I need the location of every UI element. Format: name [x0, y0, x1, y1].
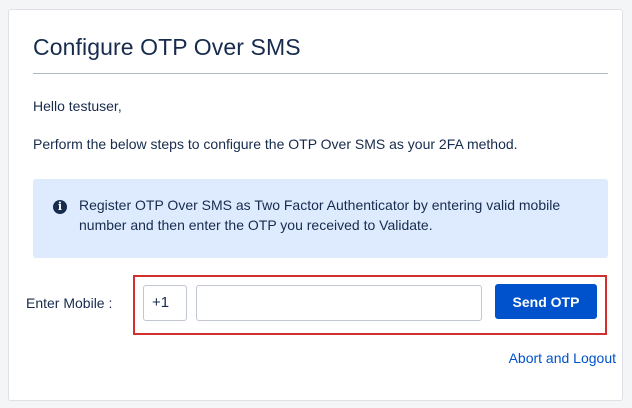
- page-title: Configure OTP Over SMS: [33, 34, 301, 60]
- info-message: i Register OTP Over SMS as Two Factor Au…: [33, 179, 608, 258]
- otp-config-card: Configure OTP Over SMS Hello testuser, P…: [8, 9, 623, 401]
- send-otp-button[interactable]: Send OTP: [495, 284, 597, 319]
- info-message-text: Register OTP Over SMS as Two Factor Auth…: [79, 197, 561, 233]
- mobile-number-input[interactable]: [196, 285, 482, 321]
- instructions-text: Perform the below steps to configure the…: [33, 136, 518, 152]
- mobile-label: Enter Mobile :: [26, 295, 113, 311]
- info-icon: i: [53, 200, 67, 214]
- abort-logout-link[interactable]: Abort and Logout: [509, 350, 616, 366]
- greeting-text: Hello testuser,: [33, 98, 122, 114]
- country-code-field[interactable]: +1: [143, 285, 187, 321]
- title-divider: [33, 73, 608, 74]
